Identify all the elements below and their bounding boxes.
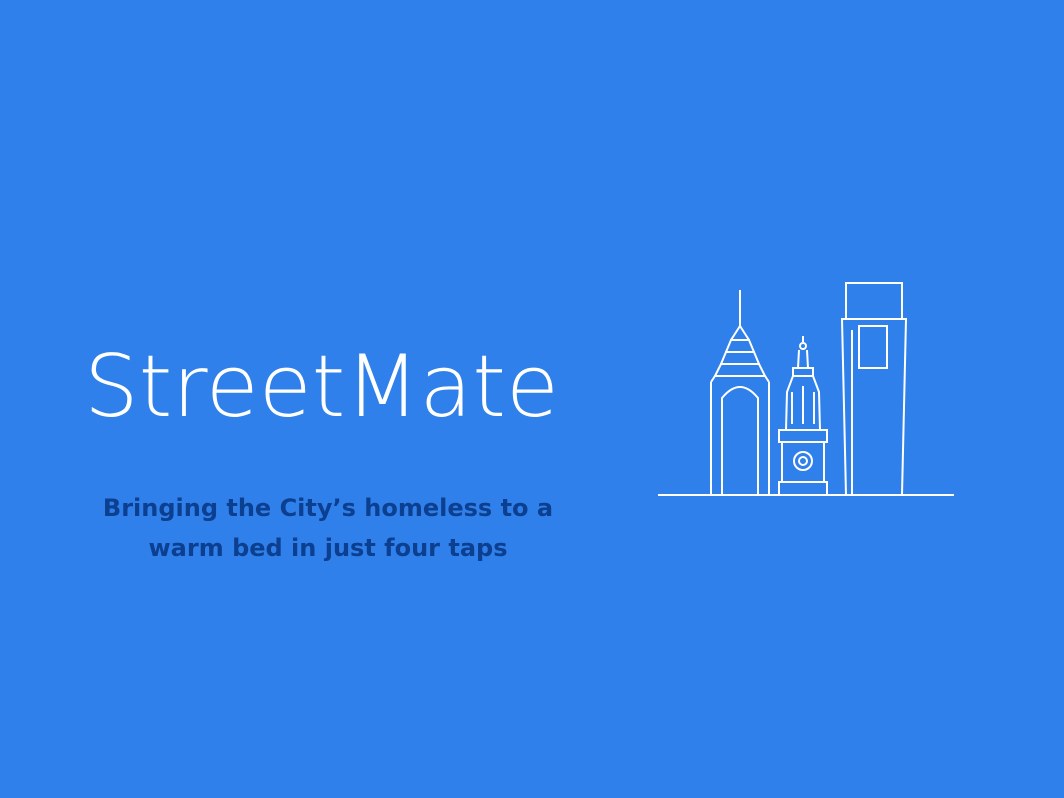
clock-tower [778, 336, 828, 496]
title-slide: StreetMate Bringing the City’s homeless … [0, 0, 1064, 798]
city-skyline-icon [658, 282, 954, 496]
spire-tower [710, 290, 770, 495]
tagline: Bringing the City’s homeless to a warm b… [102, 494, 554, 562]
app-title: StreetMate [84, 337, 559, 437]
glass-tower [840, 282, 908, 496]
